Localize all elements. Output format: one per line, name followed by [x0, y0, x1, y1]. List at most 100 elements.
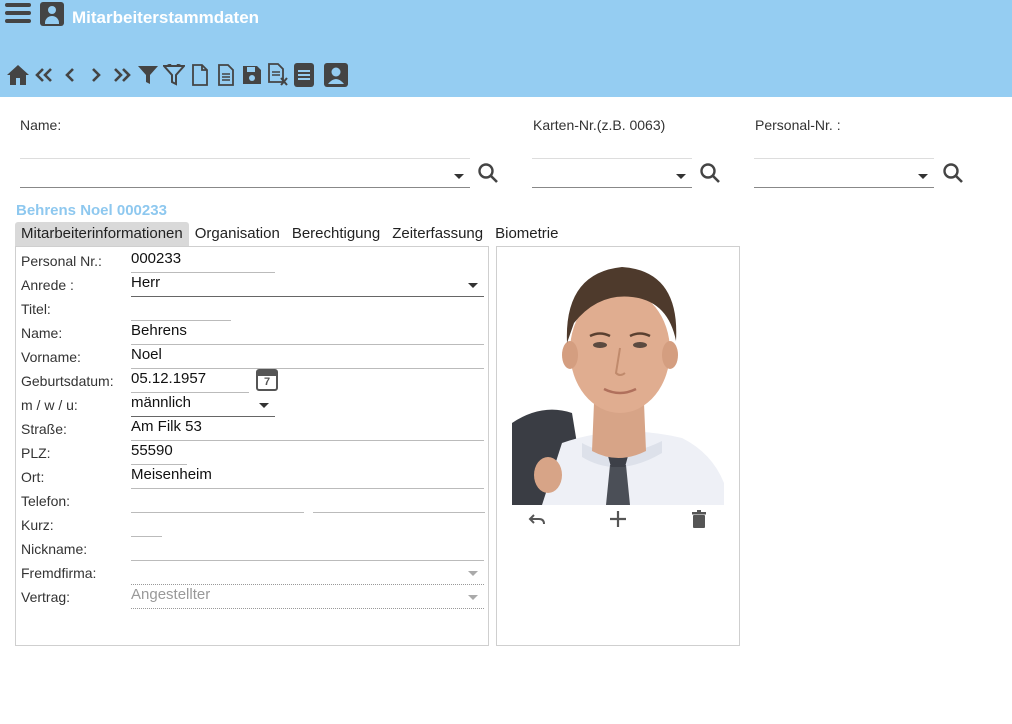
geschlecht-select[interactable]: männlich [131, 393, 275, 417]
employee-photo [512, 253, 724, 505]
tab-biometrie[interactable]: Biometrie [489, 222, 564, 246]
strasse-row: Straße: Am Filk 53 [21, 417, 486, 441]
personal-nr-field[interactable]: 000233 [131, 249, 275, 273]
tab-mitarbeiterinformationen[interactable]: Mitarbeiterinformationen [15, 222, 189, 246]
geburtsdatum-row: Geburtsdatum: 05.12.1957 7 [21, 369, 486, 393]
field-divider [20, 158, 470, 159]
chevron-down-icon[interactable] [676, 174, 686, 179]
nickname-label: Nickname: [21, 541, 88, 557]
calendar-icon[interactable]: 7 [256, 369, 278, 391]
add-icon[interactable] [608, 509, 628, 529]
undo-icon[interactable] [528, 509, 548, 529]
field-divider [532, 158, 692, 159]
search-icon[interactable] [942, 162, 964, 184]
toolbar [5, 62, 349, 88]
first-record-icon[interactable] [31, 62, 57, 88]
document-delete-icon[interactable] [265, 62, 291, 88]
chevron-down-icon[interactable] [468, 595, 478, 600]
trash-icon[interactable] [689, 509, 709, 529]
kurz-row: Kurz: [21, 513, 486, 537]
name-label: Name: [21, 325, 63, 341]
search-icon[interactable] [699, 162, 721, 184]
new-document-icon[interactable] [187, 62, 213, 88]
anrede-select[interactable]: Herr [131, 273, 484, 297]
name-search-label: Name: [20, 117, 62, 133]
kurz-field[interactable] [131, 513, 162, 537]
card-search-input[interactable] [532, 158, 692, 188]
ort-field[interactable]: Meisenheim [131, 465, 484, 489]
anrede-value: Herr [131, 274, 161, 291]
name-field[interactable]: Behrens [131, 321, 484, 345]
tab-organisation[interactable]: Organisation [189, 222, 286, 246]
card-search-label: Karten-Nr.(z.B. 0063) [533, 117, 666, 133]
personal-nr-row: Personal Nr.: 000233 [21, 249, 486, 273]
field-divider [754, 158, 934, 159]
save-icon[interactable] [239, 62, 265, 88]
fremdfirma-row: Fremdfirma: [21, 561, 486, 585]
vertrag-row: Vertrag: Angestellter [21, 585, 486, 609]
telefon-field-2[interactable] [313, 489, 485, 513]
nickname-row: Nickname: [21, 537, 486, 561]
document-text-icon[interactable] [213, 62, 239, 88]
employee-info-panel: Personal Nr.: 000233 Anrede : Herr Titel… [15, 246, 489, 646]
chevron-down-icon[interactable] [918, 174, 928, 179]
page-title: Mitarbeiterstammdaten [72, 8, 260, 27]
personal-nr-label: Personal Nr.: [21, 253, 102, 269]
vorname-label: Vorname: [21, 349, 81, 365]
plz-row: PLZ: 55590 [21, 441, 486, 465]
geburtsdatum-field[interactable]: 05.12.1957 [131, 369, 249, 393]
photo-panel [496, 246, 740, 646]
plz-label: PLZ: [21, 445, 51, 461]
menu-icon[interactable] [5, 3, 31, 27]
telefon-label: Telefon: [21, 493, 71, 509]
name-search-input[interactable] [20, 158, 470, 188]
plz-field[interactable]: 55590 [131, 441, 187, 465]
name-row: Name: Behrens [21, 321, 486, 345]
telefon-row: Telefon: [21, 489, 486, 513]
report-icon[interactable] [291, 62, 317, 88]
tab-bar: Mitarbeiterinformationen Organisation Be… [15, 222, 564, 246]
personal-search-label: Personal-Nr. : [755, 117, 841, 133]
ort-row: Ort: Meisenheim [21, 465, 486, 489]
tab-berechtigung[interactable]: Berechtigung [286, 222, 386, 246]
nickname-field[interactable] [131, 537, 484, 561]
vorname-row: Vorname: Noel [21, 345, 486, 369]
titel-row: Titel: [21, 297, 486, 321]
strasse-label: Straße: [21, 421, 67, 437]
user-card-icon[interactable] [323, 62, 349, 88]
titel-label: Titel: [21, 301, 51, 317]
filter-clear-icon[interactable] [161, 62, 187, 88]
geschlecht-label: m / w / u: [21, 397, 78, 413]
personal-search-input[interactable] [754, 158, 934, 188]
app-header: Mitarbeiterstammdaten [0, 0, 1012, 97]
titel-field[interactable] [131, 297, 231, 321]
geschlecht-row: m / w / u: männlich [21, 393, 486, 417]
telefon-field[interactable] [131, 489, 304, 513]
vorname-field[interactable]: Noel [131, 345, 484, 369]
fremdfirma-label: Fremdfirma: [21, 565, 97, 581]
previous-record-icon[interactable] [57, 62, 83, 88]
next-record-icon[interactable] [83, 62, 109, 88]
home-icon[interactable] [5, 62, 31, 88]
chevron-down-icon[interactable] [259, 403, 269, 408]
anrede-row: Anrede : Herr [21, 273, 486, 297]
chevron-down-icon[interactable] [468, 283, 478, 288]
tab-zeiterfassung[interactable]: Zeiterfassung [386, 222, 489, 246]
anrede-label: Anrede : [21, 277, 74, 293]
chevron-down-icon[interactable] [468, 571, 478, 576]
ort-label: Ort: [21, 469, 45, 485]
strasse-field[interactable]: Am Filk 53 [131, 417, 484, 441]
filter-icon[interactable] [135, 62, 161, 88]
last-record-icon[interactable] [109, 62, 135, 88]
chevron-down-icon[interactable] [454, 174, 464, 179]
search-icon[interactable] [477, 162, 499, 184]
vertrag-select[interactable]: Angestellter [131, 585, 484, 609]
geburtsdatum-label: Geburtsdatum: [21, 373, 114, 389]
vertrag-value: Angestellter [131, 586, 211, 603]
kurz-label: Kurz: [21, 517, 54, 533]
vertrag-label: Vertrag: [21, 589, 71, 605]
employee-heading: Behrens Noel 000233 [16, 202, 167, 219]
calendar-day: 7 [263, 376, 271, 388]
fremdfirma-select[interactable] [131, 561, 484, 585]
user-card-icon [40, 2, 64, 26]
